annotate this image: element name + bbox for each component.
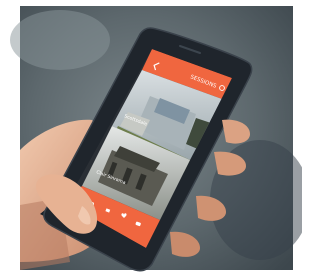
scene-svg: SESSIONS Scottsdale Clair Sinrama	[0, 0, 302, 277]
photo-scene: SESSIONS Scottsdale Clair Sinrama	[0, 0, 302, 277]
bg-blur-spot	[10, 10, 110, 70]
